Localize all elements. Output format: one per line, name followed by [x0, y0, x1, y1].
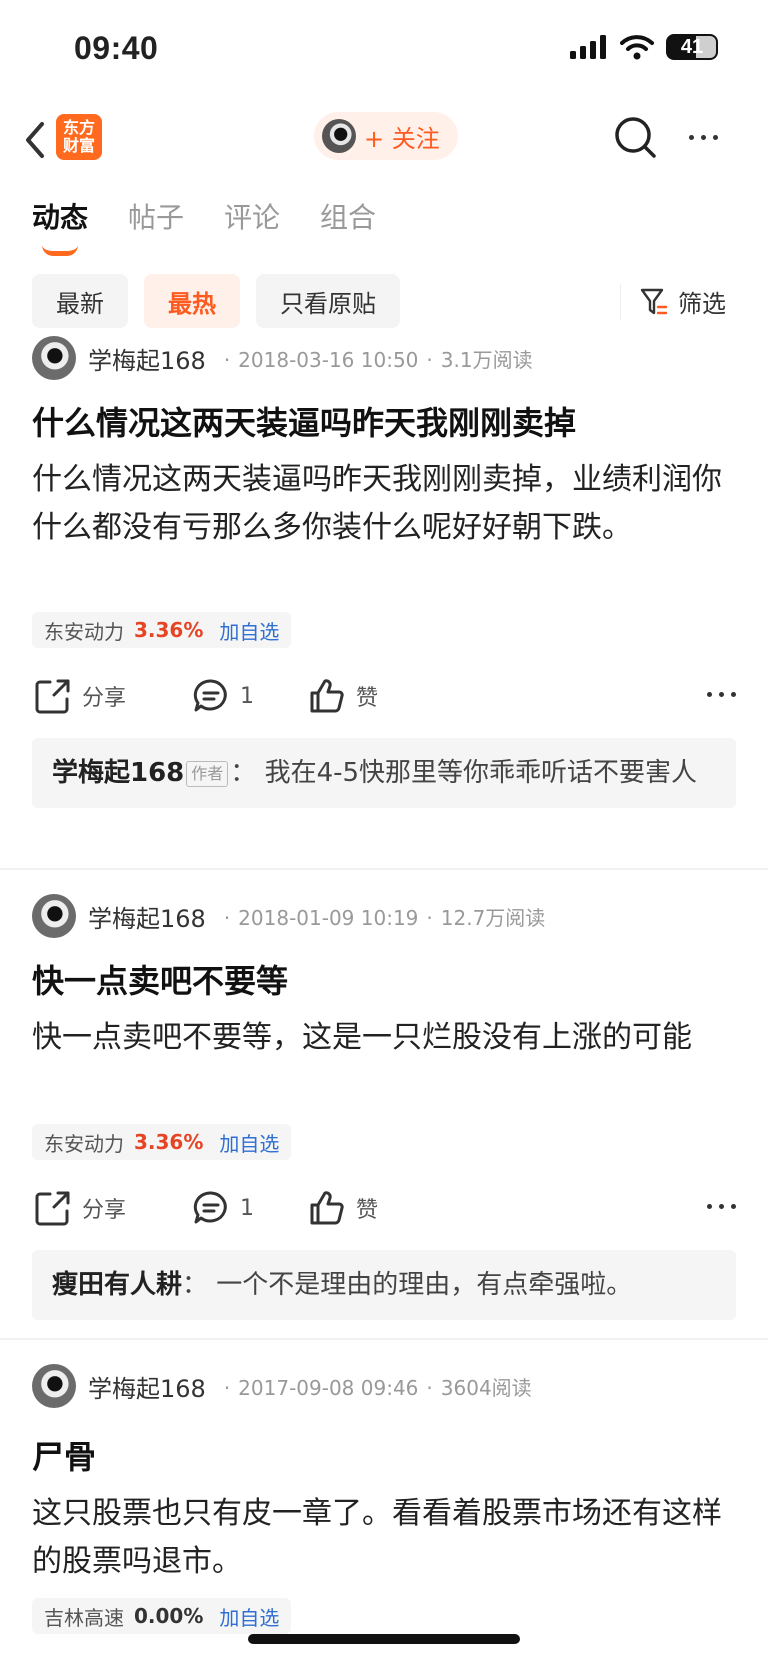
add-watchlist-button[interactable]: 加自选	[219, 1602, 279, 1631]
author-name[interactable]: 学梅起168	[88, 341, 206, 376]
comment-button[interactable]: 1	[192, 674, 254, 718]
post-reads: 12.7万阅读	[440, 905, 546, 930]
post-divider	[0, 868, 768, 870]
chip-hottest[interactable]: 最热	[144, 274, 240, 328]
tab-active-indicator	[42, 245, 78, 256]
tab-portfolio[interactable]: 组合	[320, 196, 376, 236]
filter-button[interactable]: 筛选	[640, 284, 726, 319]
like-label: 赞	[356, 686, 379, 711]
battery-icon: 41	[666, 34, 718, 60]
thumbs-up-icon	[310, 679, 344, 713]
chip-original-only[interactable]: 只看原贴	[256, 274, 400, 328]
stock-change: 3.36%	[134, 1130, 204, 1154]
share-icon	[35, 1191, 70, 1226]
post-meta: · 2018-03-16 10:50 · 3.1万阅读	[223, 347, 533, 372]
status-time: 09:40	[74, 30, 159, 66]
author-name[interactable]: 学梅起168	[88, 899, 206, 934]
post-actions: 分享 1 赞	[32, 674, 736, 718]
status-icons: 41	[570, 34, 718, 60]
app-logo-text: 东方财富	[62, 118, 95, 155]
comment-icon	[193, 679, 227, 712]
comment-preview[interactable]: 瘦田有人耕： 一个不是理由的理由，有点牵强啦。	[32, 1250, 736, 1320]
post-meta: · 2018-01-09 10:19 · 12.7万阅读	[223, 905, 546, 930]
more-options-icon[interactable]	[680, 122, 726, 152]
like-button[interactable]: 赞	[308, 1186, 378, 1230]
comment-preview[interactable]: 学梅起168 作者： 我在4-5快那里等你乖乖听话不要害人	[32, 738, 736, 808]
wifi-icon	[620, 35, 654, 60]
author-name[interactable]: 学梅起168	[88, 1369, 206, 1404]
user-avatar	[322, 119, 356, 153]
commenter-name[interactable]: 学梅起168	[52, 758, 184, 788]
status-bar: 09:40 41	[0, 0, 768, 100]
add-watchlist-button[interactable]: 加自选	[219, 616, 279, 645]
author-avatar[interactable]	[32, 336, 76, 380]
nav-bar: 东方财富 + 关注	[0, 104, 768, 176]
share-icon	[35, 679, 70, 714]
stock-tag[interactable]: 吉林高速 0.00% 加自选	[32, 1598, 292, 1634]
comment-text: 我在4-5快那里等你乖乖听话不要害人	[264, 758, 698, 788]
stock-tag[interactable]: 东安动力 3.36% 加自选	[32, 612, 292, 648]
home-indicator[interactable]	[248, 1634, 520, 1644]
content-tabs: 动态 帖子 评论 组合	[32, 196, 376, 256]
tab-dynamics[interactable]: 动态	[32, 196, 88, 256]
post-title[interactable]: 尸骨	[32, 1432, 96, 1478]
comment-count: 1	[240, 683, 254, 709]
comment-count: 1	[240, 1195, 254, 1221]
tab-posts[interactable]: 帖子	[128, 196, 184, 236]
share-button[interactable]: 分享	[34, 1186, 126, 1230]
post-body[interactable]: 这只股票也只有皮一章了。看看着股票市场还有这样的股票吗退市。	[32, 1490, 736, 1586]
like-label: 赞	[356, 1198, 379, 1223]
post-date: 2018-03-16 10:50	[238, 347, 419, 372]
stock-change: 0.00%	[134, 1604, 204, 1628]
comment-text: 一个不是理由的理由，有点牵强啦。	[216, 1270, 633, 1300]
post-date: 2018-01-09 10:19	[238, 905, 419, 930]
stock-name: 吉林高速	[44, 1605, 124, 1630]
share-label: 分享	[82, 1198, 127, 1223]
share-button[interactable]: 分享	[34, 674, 126, 718]
commenter-name[interactable]: 瘦田有人耕	[52, 1270, 182, 1300]
comment-button[interactable]: 1	[192, 1186, 254, 1230]
post-author-row[interactable]: 学梅起168 · 2017-09-08 09:46 · 3604阅读	[32, 1364, 532, 1408]
thumbs-up-icon	[310, 1191, 344, 1225]
author-badge: 作者	[186, 760, 229, 787]
add-watchlist-button[interactable]: 加自选	[219, 1128, 279, 1157]
stock-name: 东安动力	[44, 1131, 124, 1156]
app-logo: 东方财富	[56, 114, 102, 160]
post-body[interactable]: 快一点卖吧不要等，这是一只烂股没有上涨的可能	[32, 1014, 736, 1062]
post-reads: 3.1万阅读	[440, 347, 533, 372]
chip-latest[interactable]: 最新	[32, 274, 128, 328]
filter-label: 筛选	[678, 290, 726, 318]
sort-chips: 最新 最热 只看原贴	[32, 274, 400, 328]
post-date: 2017-09-08 09:46	[238, 1375, 419, 1400]
post-reads: 3604阅读	[440, 1375, 532, 1400]
author-avatar[interactable]	[32, 894, 76, 938]
share-label: 分享	[82, 686, 127, 711]
comment-icon	[193, 1191, 227, 1224]
back-arrow-icon[interactable]	[20, 118, 50, 162]
post-more-icon[interactable]	[707, 1204, 736, 1209]
post-actions: 分享 1 赞	[32, 1186, 736, 1230]
post-more-icon[interactable]	[707, 692, 736, 697]
cellular-signal-icon	[570, 35, 606, 59]
stock-tag[interactable]: 东安动力 3.36% 加自选	[32, 1124, 292, 1160]
post-meta: · 2017-09-08 09:46 · 3604阅读	[223, 1375, 532, 1400]
battery-level: 41	[680, 35, 704, 58]
stock-change: 3.36%	[134, 618, 204, 642]
post-author-row[interactable]: 学梅起168 · 2018-01-09 10:19 · 12.7万阅读	[32, 894, 545, 938]
follow-button[interactable]: + 关注	[314, 112, 458, 160]
tab-comments[interactable]: 评论	[224, 196, 280, 236]
author-avatar[interactable]	[32, 1364, 76, 1408]
post-title[interactable]: 什么情况这两天装逼吗昨天我刚刚卖掉	[32, 398, 576, 444]
post-title[interactable]: 快一点卖吧不要等	[32, 956, 288, 1002]
post-divider	[0, 1338, 768, 1340]
stock-name: 东安动力	[44, 619, 124, 644]
search-icon[interactable]	[612, 114, 658, 160]
filter-icon	[640, 288, 668, 314]
post-author-row[interactable]: 学梅起168 · 2018-03-16 10:50 · 3.1万阅读	[32, 336, 533, 380]
follow-label: + 关注	[364, 124, 440, 153]
post-body[interactable]: 什么情况这两天装逼吗昨天我刚刚卖掉，业绩利润你什么都没有亏那么多你装什么呢好好朝…	[32, 456, 736, 552]
like-button[interactable]: 赞	[308, 674, 378, 718]
filter-divider	[620, 284, 621, 320]
